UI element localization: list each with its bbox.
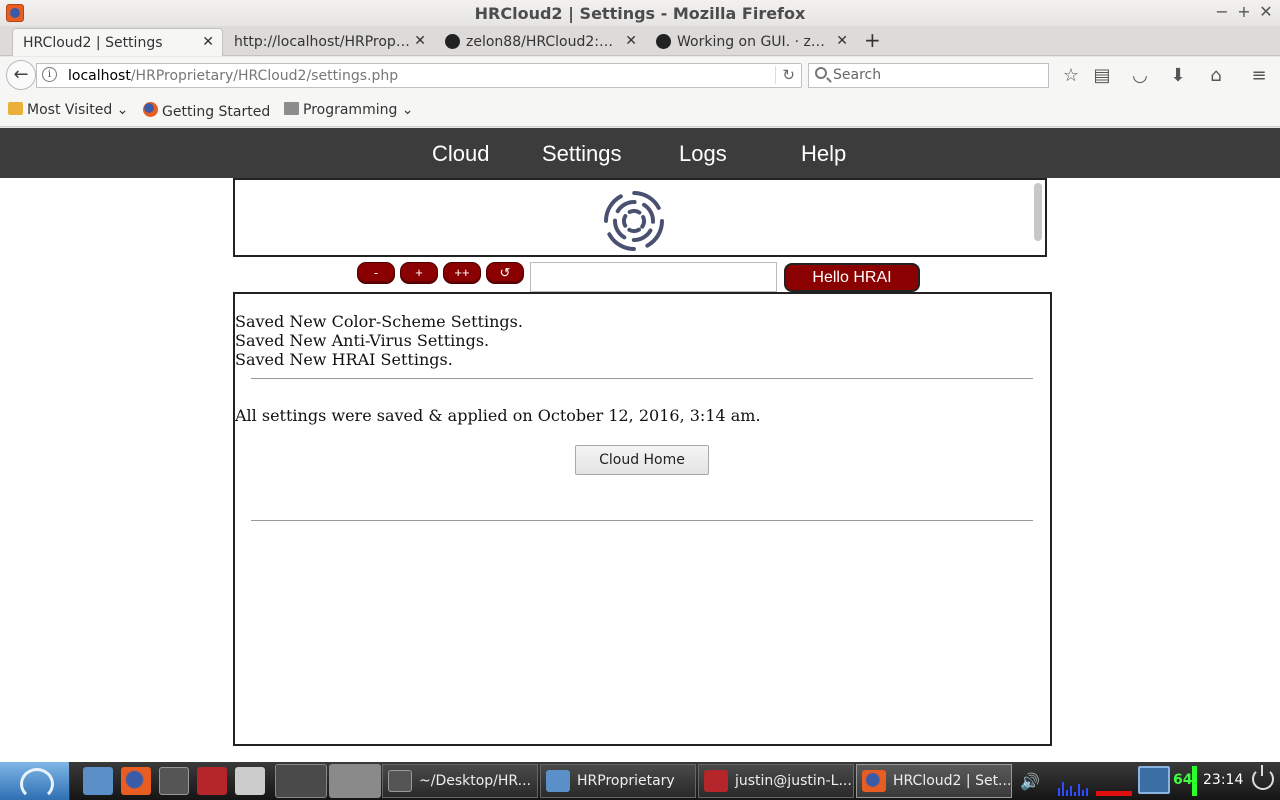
close-tab-icon[interactable]: ✕ [836, 33, 848, 49]
save-messages: Saved New Color-Scheme Settings. Saved N… [235, 312, 523, 369]
close-tab-icon[interactable]: ✕ [202, 34, 214, 50]
site-nav: Cloud Settings Logs Help [0, 128, 1280, 178]
nav-settings[interactable]: Settings [542, 141, 622, 167]
tab-github-commit[interactable]: Working on GUI. · zelon88/... ✕ [646, 28, 856, 56]
url-text: localhost/HRProprietary/HRCloud2/setting… [68, 68, 399, 84]
search-input[interactable] [833, 67, 1033, 83]
grow-button[interactable]: + [400, 262, 438, 284]
divider [251, 520, 1033, 521]
folder-icon [546, 770, 570, 792]
hrai-controls: - + ++ ↺ Hello HRAI [0, 261, 1280, 293]
file-manager-icon[interactable] [83, 767, 113, 795]
window-title: HRCloud2 | Settings - Mozilla Firefox [474, 4, 806, 23]
task-sublime[interactable]: ~/Desktop/HR... [382, 764, 538, 798]
firefox-icon [143, 102, 158, 117]
clock[interactable]: 23:14 [1203, 772, 1243, 788]
task-file-manager[interactable]: HRProprietary [540, 764, 696, 798]
workspace-1[interactable] [275, 764, 327, 798]
bookmarks-toolbar: Most Visited ⌄ Getting Started Programmi… [0, 94, 1280, 127]
tab-settings[interactable]: HRCloud2 | Settings ✕ [12, 28, 223, 56]
home-icon[interactable]: ⌂ [1204, 65, 1228, 86]
start-menu-icon[interactable] [0, 762, 70, 800]
task-terminal[interactable]: justin@justin-L... [698, 764, 854, 798]
window-titlebar: HRCloud2 | Settings - Mozilla Firefox − … [0, 0, 1280, 26]
task-firefox[interactable]: HRCloud2 | Set... [856, 764, 1012, 798]
settings-result-frame: Saved New Color-Scheme Settings. Saved N… [233, 292, 1052, 746]
back-button[interactable]: ← [6, 60, 36, 90]
close-window-icon[interactable]: ✕ [1256, 2, 1276, 21]
firefox-launcher-icon[interactable] [121, 767, 151, 795]
github-icon [445, 34, 460, 49]
memory-bar [1192, 766, 1197, 796]
firefox-icon [862, 770, 886, 792]
star-folder-icon [8, 102, 23, 115]
nav-logs[interactable]: Logs [679, 141, 727, 167]
info-icon[interactable]: i [42, 67, 57, 82]
bookmark-star-icon[interactable]: ☆ [1059, 65, 1083, 86]
hrai-logo [604, 191, 664, 251]
tab-label: HRCloud2 | Settings [23, 35, 163, 51]
message-line: Saved New Anti-Virus Settings. [235, 331, 490, 350]
shrink-button[interactable]: - [357, 262, 395, 284]
save-summary: All settings were saved & applied on Oct… [235, 406, 761, 425]
tab-label: Working on GUI. · zelon88/... [677, 34, 829, 50]
cpu-graph [1058, 782, 1132, 796]
workspace-2[interactable] [329, 764, 381, 798]
taskbar: ~/Desktop/HR... HRProprietary justin@jus… [0, 762, 1280, 800]
minimize-icon[interactable]: − [1212, 2, 1232, 21]
url-bar[interactable]: i localhost/HRProprietary/HRCloud2/setti… [36, 63, 802, 88]
sublime-launcher-icon[interactable] [159, 767, 189, 795]
scrollbar[interactable] [1034, 183, 1042, 241]
sublime-icon [388, 770, 412, 792]
tab-github-repo[interactable]: zelon88/HRCloud2: ... ✕ [435, 28, 645, 56]
bookmark-programming[interactable]: Programming ⌄ [284, 102, 414, 118]
reset-button[interactable]: ↺ [486, 262, 524, 284]
pocket-icon[interactable]: ◡ [1128, 65, 1152, 86]
page-viewport: Cloud Settings Logs Help - + ++ ↺ Hello … [0, 128, 1280, 762]
maximize-icon[interactable]: + [1234, 2, 1254, 21]
message-line: Saved New HRAI Settings. [235, 350, 453, 369]
bookmark-getting-started[interactable]: Getting Started [143, 102, 270, 120]
hrai-input[interactable] [530, 262, 777, 292]
tab-strip: HRCloud2 | Settings ✕ http://localhost/H… [0, 26, 1280, 56]
tab-label: zelon88/HRCloud2: ... [466, 34, 616, 50]
hello-hrai-button[interactable]: Hello HRAI [784, 263, 920, 292]
reload-icon[interactable]: ↻ [775, 66, 795, 84]
new-tab-icon[interactable]: + [864, 28, 881, 52]
nav-cloud[interactable]: Cloud [432, 141, 489, 167]
cloud-home-button[interactable]: Cloud Home [575, 445, 709, 475]
grow-more-button[interactable]: ++ [443, 262, 481, 284]
terminal-icon [704, 770, 728, 792]
volume-icon[interactable]: 🔊 [1020, 772, 1040, 791]
power-icon[interactable] [1252, 765, 1274, 790]
hrai-frame [233, 178, 1047, 257]
close-tab-icon[interactable]: ✕ [414, 33, 426, 49]
close-tab-icon[interactable]: ✕ [625, 33, 637, 49]
tray-indicator: 64 [1173, 772, 1193, 788]
tab-localhost[interactable]: http://localhost/HRProprietary/HRCloud2/… [224, 28, 434, 56]
bookmark-most-visited[interactable]: Most Visited ⌄ [8, 102, 128, 118]
search-bar[interactable] [808, 63, 1049, 88]
download-icon[interactable]: ⬇ [1166, 65, 1190, 86]
github-icon [656, 34, 671, 49]
window-launcher-icon[interactable] [235, 767, 265, 795]
nav-help[interactable]: Help [801, 141, 846, 167]
tab-label: http://localhost/HRProprietary/HRCloud2/… [234, 34, 410, 50]
hamburger-menu-icon[interactable]: ≡ [1247, 65, 1271, 86]
terminal-launcher-icon[interactable] [197, 767, 227, 795]
message-line: Saved New Color-Scheme Settings. [235, 312, 523, 331]
network-icon[interactable] [1138, 766, 1170, 794]
folder-icon [284, 102, 299, 115]
reading-list-icon[interactable]: ▤ [1090, 65, 1114, 86]
search-icon [815, 67, 827, 79]
divider [251, 378, 1033, 379]
navigation-toolbar: ← i localhost/HRProprietary/HRCloud2/set… [0, 57, 1280, 94]
